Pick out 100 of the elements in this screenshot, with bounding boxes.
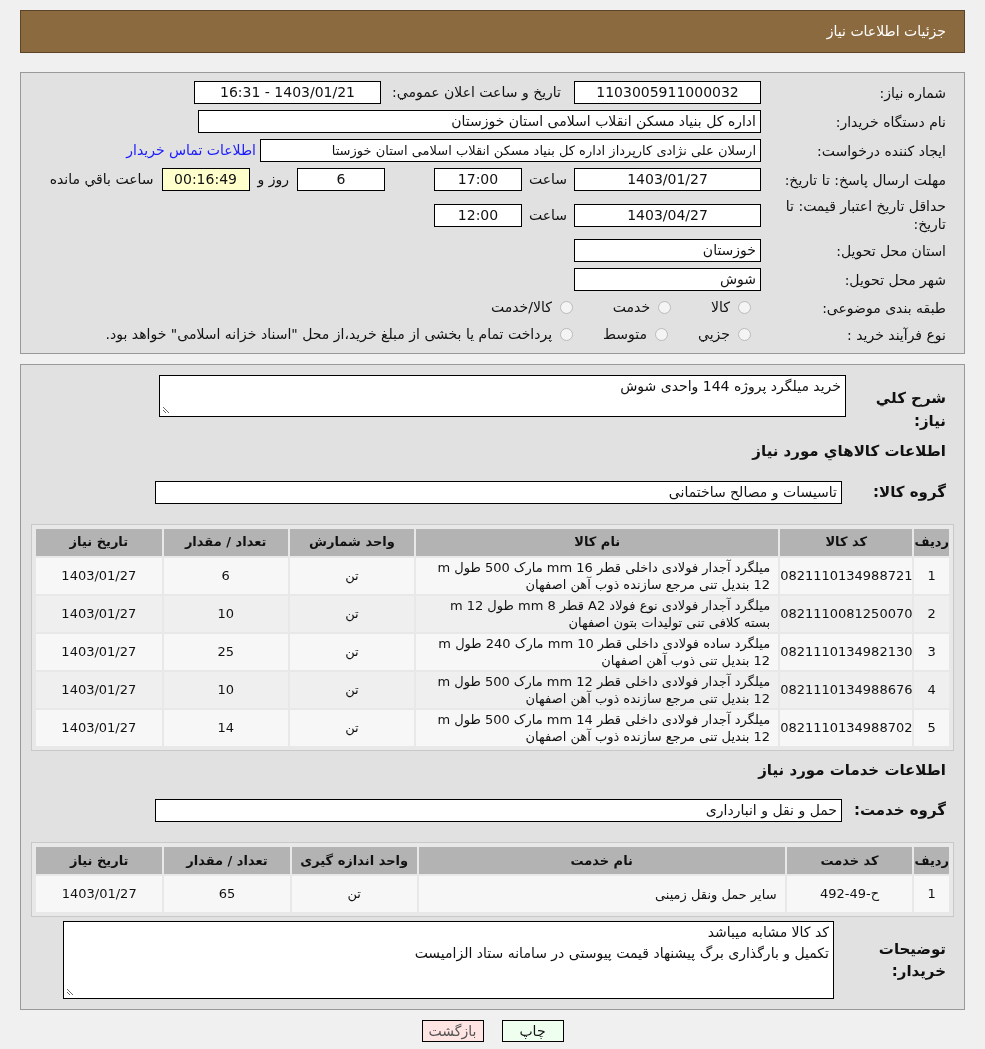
field-label: ساعت	[527, 205, 569, 225]
radio-button[interactable]	[738, 328, 751, 341]
radio-button[interactable]	[560, 328, 574, 341]
radio-label: متوسط	[603, 325, 648, 345]
table-cell: ح-49-492	[786, 876, 913, 912]
column-header: کد کالا	[780, 528, 913, 556]
table-cell: 2	[914, 595, 949, 632]
note-line: کد کالا مشابه میباشد	[706, 923, 829, 942]
field-label: شماره نیاز:	[878, 83, 946, 102]
text-field[interactable]: 1103005911000032	[574, 81, 761, 104]
table-cell: 1	[914, 876, 949, 912]
table-cell: تن	[289, 709, 415, 746]
notes-field[interactable]: کد کالا مشابه میباشد تکمیل و بارگذاری برگ پیشنهاد قیمت پیوستی در سامانه ستاد الزامیست	[63, 921, 834, 999]
field-label: گروه کالا:	[872, 481, 946, 503]
table-cell: 6	[163, 557, 288, 594]
text-field[interactable]: 17:00	[434, 168, 522, 191]
column-header: نام خدمت	[418, 847, 785, 874]
back-button[interactable]: بازگشت	[421, 1020, 484, 1042]
print-button[interactable]: چاپ	[501, 1020, 564, 1042]
field-label: نوع فرآیند خرید :	[846, 325, 946, 344]
field-label: ساعت	[527, 170, 569, 189]
table-cell: 1403/01/27	[36, 671, 162, 708]
table-cell: 3	[914, 633, 949, 670]
field-label: مهلت ارسال پاسخ: تا تاریخ:	[783, 170, 946, 189]
field-label: طبقه بندی موضوعی:	[821, 298, 946, 317]
table-cell: تن	[289, 557, 415, 594]
table-cell: 10	[163, 671, 288, 708]
radio-button[interactable]	[655, 328, 669, 341]
text-field[interactable]: اداره کل بنیاد مسکن انقلاب اسلامی استان خوزستان	[198, 110, 761, 133]
field-label: شهر محل تحویل:	[843, 270, 946, 289]
table-cell: 10	[163, 595, 288, 632]
column-header: تاریخ نیاز	[36, 528, 162, 556]
table-cell: 0821110134982130	[780, 633, 913, 670]
column-header: نام کالا	[416, 528, 779, 556]
field-label: تاریخ و ساعت اعلان عمومي:	[391, 83, 561, 103]
radio-label: کالا/خدمت	[490, 298, 552, 317]
column-header: تعداد / مقدار	[163, 528, 288, 556]
text-field[interactable]: 1403/04/27	[574, 203, 761, 227]
table-cell: میلگرد آجدار فولادی داخلی قطر mm 16 مارک 500 طول m 12 بندیل تنی مرجع سازنده ذوب آهن اصفهان	[416, 557, 779, 594]
table-cell: 5	[914, 709, 949, 746]
countdown-field[interactable]: 00:16:49	[161, 168, 250, 191]
text-field[interactable]: تاسیسات و مصالح ساختمانی	[155, 480, 842, 504]
table-cell: میلگرد ساده فولادی داخلی قطر mm 10 مارک 240 طول m 12 بندیل تنی ذوب آهن اصفهان	[416, 633, 779, 670]
resize-grip-icon[interactable]	[162, 405, 171, 414]
table-cell: میلگرد آجدار فولادی داخلی قطر mm 12 مارک 500 طول m 12 بندیل تنی مرجع سازنده ذوب آهن اصفهان	[416, 671, 779, 708]
radio-button[interactable]	[658, 301, 672, 314]
table-cell: میلگرد آجدار فولادی داخلی قطر mm 14 مارک 500 طول m 12 بندیل تنی مرجع سازنده ذوب آهن اصفهان	[416, 709, 779, 746]
table-cell: 25	[163, 633, 288, 670]
table-cell: 1	[914, 557, 949, 594]
column-header: کد خدمت	[786, 847, 913, 874]
text-field[interactable]: 6	[297, 168, 385, 191]
contact-link[interactable]: اطلاعات تماس خریدار	[126, 140, 256, 161]
section-title: اطلاعات کالاهاي مورد نياز	[750, 441, 947, 463]
table-cell: 0821110134988676	[780, 671, 913, 708]
text-field[interactable]: 1403/01/27	[574, 168, 761, 191]
column-header: تاریخ نیاز	[36, 847, 163, 874]
field-label: استان محل تحویل:	[835, 241, 946, 260]
field-label: نام دستگاه خریدار:	[834, 112, 946, 131]
summary-field[interactable]: خرید میلگرد پروژه 144 واحدی شوش	[159, 375, 846, 417]
table-cell: تن	[289, 671, 415, 708]
field-label: گروه خدمت:	[852, 800, 946, 822]
radio-button[interactable]	[738, 301, 751, 314]
table-cell: 1403/01/27	[36, 876, 163, 912]
text-field[interactable]: حمل و نقل و انبارداری	[155, 799, 842, 822]
field-label: روز و	[257, 170, 289, 190]
section-title: اطلاعات خدمات مورد نياز	[756, 759, 947, 781]
column-header: واحد اندازه گیری	[291, 847, 417, 874]
column-header: تعداد / مقدار	[164, 847, 290, 874]
column-header: ردیف	[914, 528, 949, 556]
radio-button[interactable]	[559, 301, 573, 314]
radio-label: جزيي	[698, 325, 730, 345]
table-cell: 65	[164, 876, 290, 912]
table-cell: تن	[289, 633, 415, 670]
text-field[interactable]: ارسلان علی نژادی کارپرداز اداره کل بنیاد مسکن انقلاب اسلامی استان خوزستا	[260, 139, 761, 162]
table-cell: 0821110134988721	[780, 557, 913, 594]
column-header: ردیف	[914, 847, 949, 874]
table-cell: تن	[291, 876, 417, 912]
table-cell: 1403/01/27	[36, 633, 162, 670]
text-field[interactable]: شوش	[574, 268, 761, 291]
table-cell: 1403/01/27	[36, 557, 162, 594]
page-title: جزئیات اطلاعات نیاز	[826, 22, 946, 42]
field-label: ساعت باقي مانده	[49, 170, 154, 189]
text-field[interactable]: 12:00	[434, 203, 522, 227]
resize-grip-icon[interactable]	[66, 987, 75, 996]
table-cell: 1403/01/27	[36, 595, 162, 632]
table-cell: 0821110134988702	[780, 709, 913, 746]
table-cell: 1403/01/27	[36, 709, 162, 746]
radio-label: کالا	[711, 298, 730, 317]
note-line: تکمیل و بارگذاری برگ پیشنهاد قیمت پیوستی در سامانه ستاد الزامیست	[413, 944, 829, 964]
table-cell: سایر حمل ونقل زمینی	[418, 876, 785, 912]
column-header: واحد شمارش	[289, 528, 415, 556]
field-label: توضیحات خریدار:	[877, 938, 946, 982]
table-cell: میلگرد آجدار فولادی نوع فولاد A2 قطر mm 8 طول m 12 بسته کلافی تنی تولیدات بتون اصفهان	[416, 595, 779, 632]
field-label: حداقل تاریخ اعتبار قیمت: تا تاریخ:	[784, 197, 946, 233]
field-label: ایجاد کننده درخواست:	[816, 141, 946, 160]
table-cell: 4	[914, 671, 949, 708]
table-cell: 0821110081250070	[780, 595, 913, 632]
text-field[interactable]: 1403/01/21 - 16:31	[194, 81, 381, 104]
radio-label: پرداخت تمام یا بخشی از مبلغ خرید،از محل "اسناد خزانه اسلامی" خواهد بود.	[105, 325, 553, 345]
text-field[interactable]: خوزستان	[574, 239, 761, 262]
